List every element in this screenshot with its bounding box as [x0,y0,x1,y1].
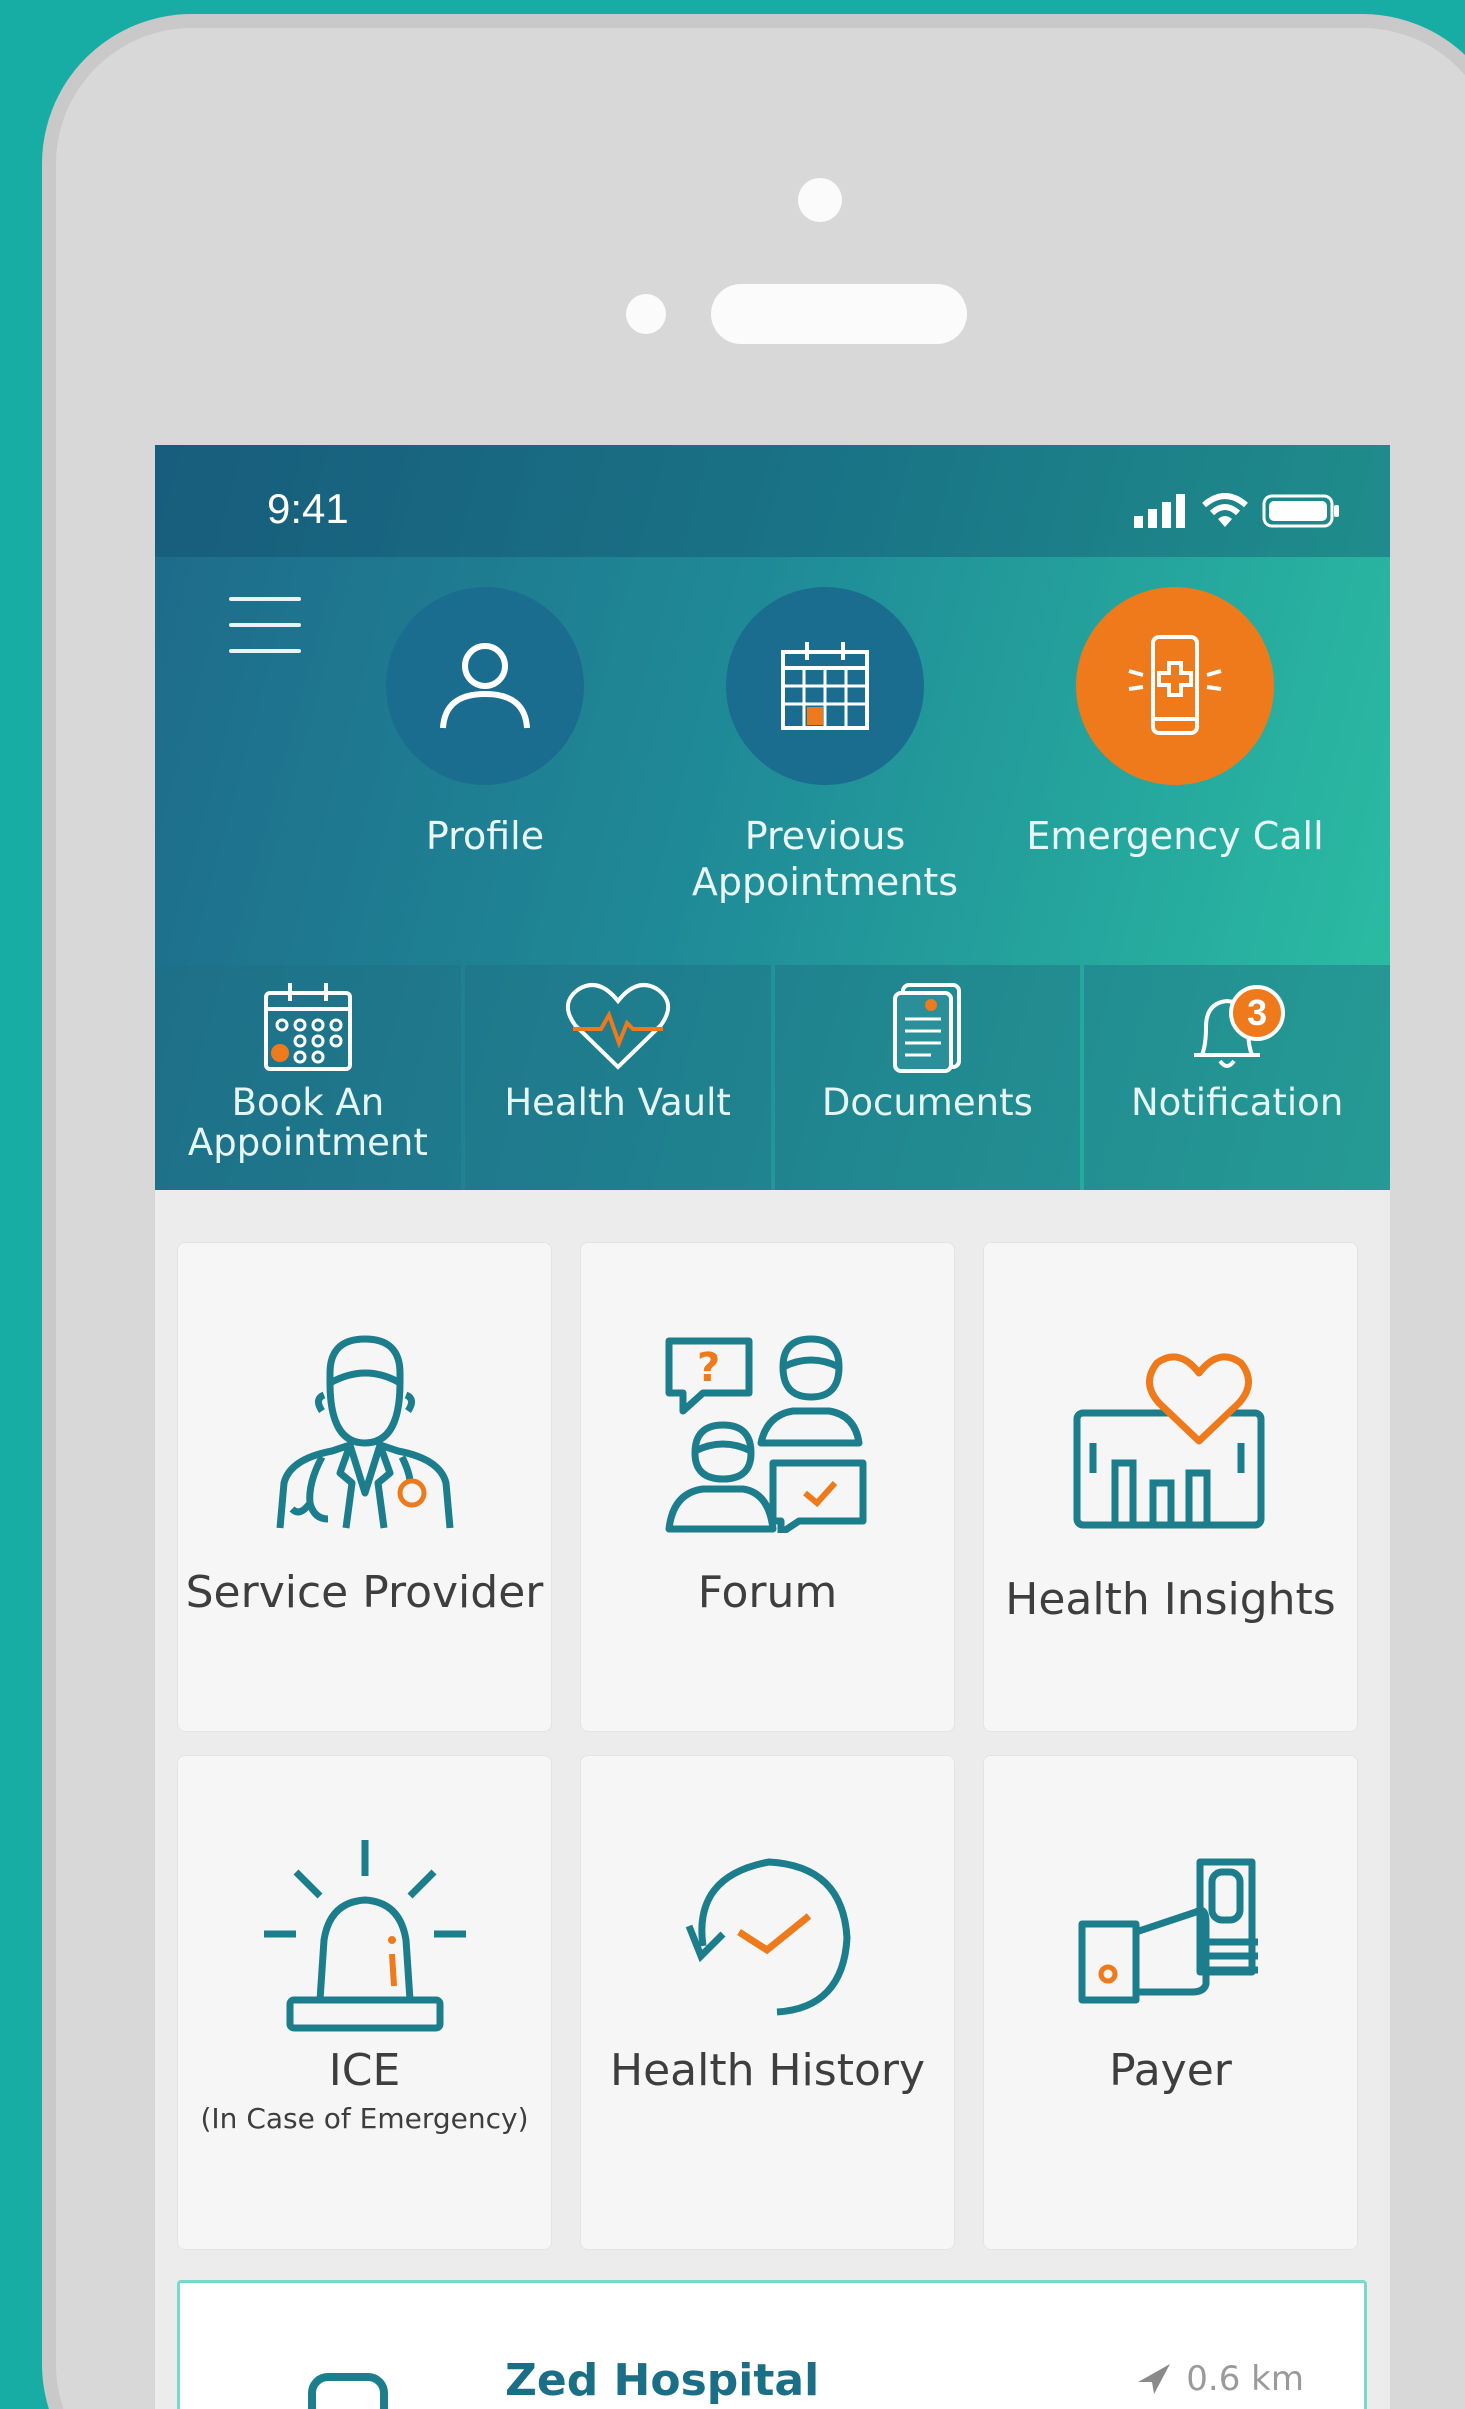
service-provider-tile[interactable]: Service Provider [177,1242,552,1732]
speaker-grille [711,284,967,344]
ticon-wrap [178,1333,551,1533]
ticon-wrap [581,1846,954,2026]
profile-label: Profile [425,814,545,858]
previous-appointments-button[interactable]: Previous Appointments [675,587,975,905]
header: 9:41 Profile Previous Appointments Emerg… [155,445,1390,1190]
signal-icon [1134,494,1185,528]
status-bar: 9:41 [155,445,1390,557]
book-appointment-button[interactable]: Book An Appointment [155,965,461,1190]
wifi-icon [1202,493,1248,527]
nearby-hospital-card[interactable]: Zed Hospital 0.6 km [177,2280,1367,2409]
notification-label: Notification [1130,1081,1344,1124]
history-icon [685,1858,851,2016]
quick-actions: Book An Appointment Health Vault Documen… [155,965,1390,1190]
documents-label: Documents [821,1081,1033,1124]
documents-button[interactable]: Documents [774,965,1081,1190]
health-vault-label: Health Vault [504,1081,731,1124]
ticon-wrap: ? [581,1333,954,1533]
heart-pulse-icon [565,983,670,1070]
hospital-icon [308,2373,388,2409]
health-insights-label: Health Insights [1005,1574,1336,1625]
health-insights-tile[interactable]: Health Insights [983,1242,1358,1732]
forum-tile[interactable]: ? Forum [580,1242,955,1732]
payer-label: Payer [1109,2045,1232,2096]
profile-button[interactable]: Profile [335,587,635,859]
qicon-wrap [155,979,461,1079]
calendar-icon [263,983,352,1071]
service-provider-label: Service Provider [185,1567,544,1618]
menu-bar [229,623,301,627]
insights-icon [1073,1353,1264,1529]
status-time: 9:41 [267,485,349,532]
book-appointment-label: Book An Appointment [187,1081,428,1164]
health-history-tile[interactable]: Health History [580,1755,955,2250]
navigation-arrow-icon [1138,2364,1171,2394]
hospital-name: Zed Hospital [505,2355,820,2406]
hospital-distance-text: 0.6 km [1186,2359,1304,2399]
ticon-wrap [984,1343,1357,1533]
camera-dot [798,178,842,222]
previous-appointments-circle [726,587,924,785]
siren-icon [263,1840,466,2032]
forum-icon: ? [665,1335,866,1533]
ice-sublabel: (In Case of Emergency) [200,2102,529,2135]
health-history-label: Health History [609,2045,925,2096]
forum-label: Forum [697,1567,838,1618]
ticon-wrap [178,1836,551,2036]
battery-icon [1262,494,1339,528]
emergency-call-button[interactable]: Emergency Call [1025,587,1325,859]
ice-label: ICE [328,2045,401,2096]
menu-bar [229,649,301,653]
profile-circle [386,587,584,785]
notification-badge: 3 [1229,985,1286,1041]
doctor-icon [276,1335,453,1529]
document-icon [893,983,962,1073]
menu-bar [229,597,301,601]
payer-icon [1078,1858,1258,2004]
previous-appointments-label: Previous Appointments [691,814,959,904]
app-screen: 9:41 Profile Previous Appointments Emerg… [155,445,1390,2409]
hospital-distance: 0.6 km [1136,2359,1304,2399]
qicon-wrap: 3 [1084,979,1390,1079]
status-icons [1132,493,1340,529]
health-vault-button[interactable]: Health Vault [464,965,771,1190]
payer-tile[interactable]: Payer [983,1755,1358,2250]
svg-text:?: ? [697,1345,720,1391]
notification-button[interactable]: 3 Notification [1084,965,1390,1190]
qicon-wrap [465,979,771,1079]
emergency-phone-icon [1128,635,1222,735]
calendar-icon [781,642,869,730]
bell-wrap: 3 [1182,979,1292,1075]
sensor-dot [626,294,666,334]
ticon-wrap [984,1856,1357,2006]
qicon-wrap [775,979,1081,1079]
emergency-call-label: Emergency Call [1026,814,1324,858]
ice-tile[interactable]: ICE (In Case of Emergency) [177,1755,552,2250]
emergency-call-circle [1076,587,1274,785]
menu-button[interactable] [229,597,301,661]
profile-icon [440,643,530,729]
